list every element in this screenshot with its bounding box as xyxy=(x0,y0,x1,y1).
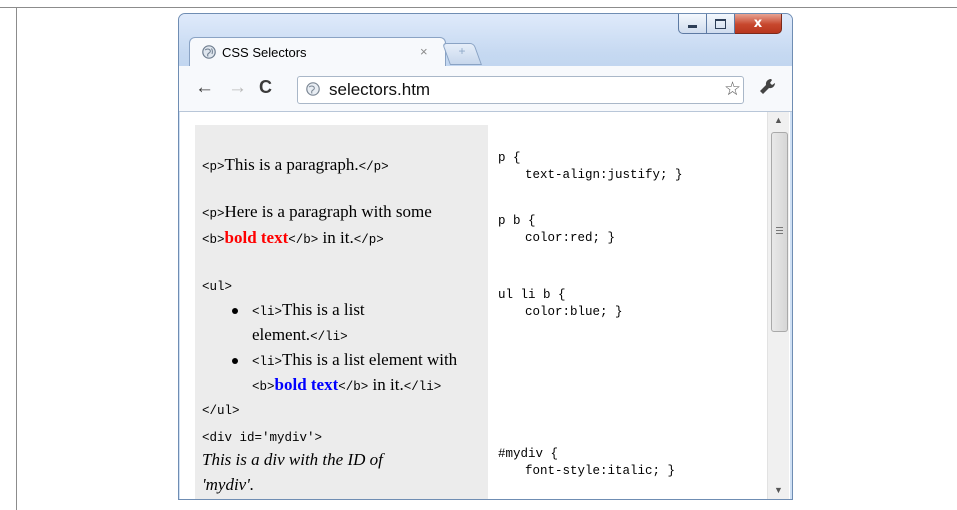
forward-button[interactable]: → xyxy=(228,78,247,97)
css-rule-ul-li-b-declaration: color:blue; } xyxy=(525,305,623,319)
wrench-icon[interactable] xyxy=(757,76,779,98)
address-bar[interactable]: selectors.htm ☆ xyxy=(297,76,744,104)
maximize-button[interactable] xyxy=(707,14,735,34)
paragraph-1: <p>This is a paragraph.</p> xyxy=(202,155,389,174)
css-rules-column: p { text-align:justify; } p b { color:re… xyxy=(488,125,764,499)
div-text-line-2: 'mydiv'. xyxy=(202,475,255,494)
css-rule-ul-li-b-selector: ul li b { xyxy=(498,288,566,302)
scrollbar-thumb[interactable] xyxy=(771,132,788,332)
list-item-2-line-1: <li>This is a list element with xyxy=(252,350,458,369)
new-tab-icon: + xyxy=(458,44,466,58)
css-rule-p-b-selector: p b { xyxy=(498,214,536,228)
bold-red-text: bold text xyxy=(224,228,289,247)
address-text: selectors.htm xyxy=(329,80,431,99)
html-source-column: <p>This is a paragraph.</p> <p>Here is a… xyxy=(195,125,488,499)
close-icon: x xyxy=(753,16,763,31)
browser-window: x CSS Selectors × + ← → C selectors.htm … xyxy=(178,13,793,500)
ul-close-tag: </ul> xyxy=(202,404,240,418)
vertical-scrollbar[interactable]: ▲ ▼ xyxy=(767,112,789,499)
ul-open-tag: <ul> xyxy=(202,280,233,294)
paragraph-2-line-1: <p>Here is a paragraph with some xyxy=(202,202,432,221)
css-rule-p-declaration: text-align:justify; } xyxy=(525,168,683,182)
maximize-icon xyxy=(715,18,726,29)
list-item-1-line-2: element.</li> xyxy=(252,325,348,344)
bold-blue-text: bold text xyxy=(274,375,339,394)
toolbar: ← → C selectors.htm ☆ xyxy=(179,66,792,112)
globe-icon xyxy=(202,45,216,59)
back-button[interactable]: ← xyxy=(195,78,214,97)
screenshot-frame-left xyxy=(16,7,17,510)
paragraph-2-line-2: <b>bold text</b> in it.</p> xyxy=(202,228,384,247)
screenshot-frame-top xyxy=(0,7,957,8)
reload-button[interactable]: C xyxy=(259,78,272,96)
tab-close-icon[interactable]: × xyxy=(420,44,428,59)
bullet-icon xyxy=(232,358,238,364)
bookmark-star-icon[interactable]: ☆ xyxy=(724,78,741,101)
window-controls: x xyxy=(678,14,782,34)
scroll-down-arrow-icon[interactable]: ▼ xyxy=(768,482,789,499)
bullet-icon xyxy=(232,308,238,314)
css-rule-p-b-declaration: color:red; } xyxy=(525,231,616,245)
tab-css-selectors[interactable]: CSS Selectors × xyxy=(189,37,446,67)
list-item-1-line-1: <li>This is a list xyxy=(252,300,365,319)
grip-icon xyxy=(776,227,783,234)
tab-title: CSS Selectors xyxy=(222,45,307,60)
css-rule-mydiv-declaration: font-style:italic; } xyxy=(525,464,676,478)
div-open-tag: <div id='mydiv'> xyxy=(202,431,323,445)
css-rule-p-selector: p { xyxy=(498,151,521,165)
page-viewport: <p>This is a paragraph.</p> <p>Here is a… xyxy=(180,112,790,499)
minimize-icon xyxy=(688,25,697,28)
list-item-2-line-2: <b>bold text</b> in it.</li> xyxy=(252,375,442,394)
page-globe-icon xyxy=(306,82,320,96)
minimize-button[interactable] xyxy=(678,14,707,34)
div-text-line-1: This is a div with the ID of xyxy=(202,450,383,469)
close-window-button[interactable]: x xyxy=(735,14,782,34)
css-rule-mydiv-selector: #mydiv { xyxy=(498,447,559,461)
scroll-up-arrow-icon[interactable]: ▲ xyxy=(768,112,789,129)
